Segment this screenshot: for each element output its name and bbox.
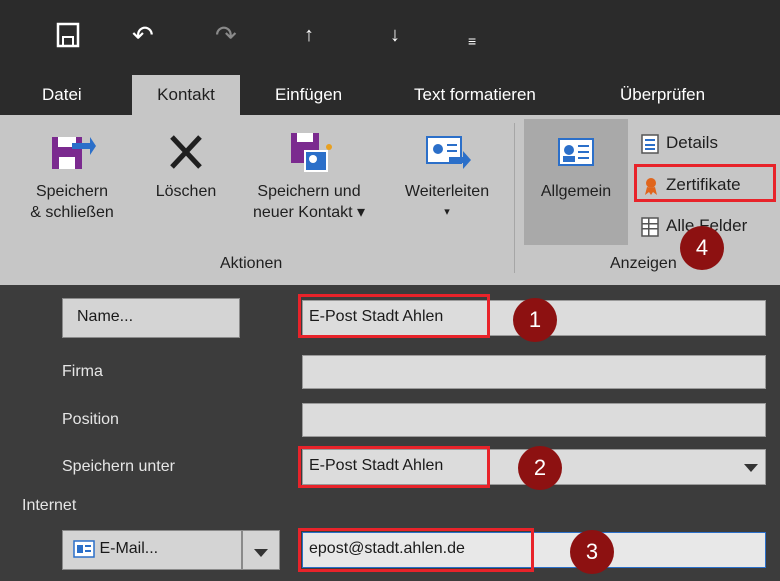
- internet-label: Internet: [22, 497, 77, 514]
- company-field[interactable]: [302, 355, 766, 389]
- quick-access-toolbar: ↶ ↷ ↑ ↓ ≡: [0, 0, 780, 75]
- redo-icon[interactable]: ↷: [215, 22, 237, 48]
- callout-1: 1: [513, 298, 557, 342]
- company-label: Firma: [62, 363, 103, 380]
- save-close-icon: [52, 137, 96, 169]
- general-contact-icon: [558, 138, 594, 166]
- highlight-file-as: [298, 446, 490, 488]
- ribbon-tabs: Datei Kontakt Einfügen Text formatieren …: [0, 75, 780, 115]
- general-button[interactable]: Allgemein: [524, 129, 628, 202]
- down-arrow-icon[interactable]: ↓: [390, 22, 400, 48]
- file-as-label: Speichern unter: [62, 458, 175, 475]
- all-fields-icon: [641, 216, 659, 237]
- ribbon-separator: [514, 123, 515, 273]
- forward-label: Weiterleiten: [404, 183, 490, 200]
- highlight-email: [298, 528, 534, 572]
- save-close-button[interactable]: Speichern & schließen: [2, 129, 142, 223]
- tab-text-formatieren[interactable]: Text formatieren: [404, 75, 546, 115]
- callout-2: 2: [518, 446, 562, 490]
- forward-button[interactable]: Weiterleiten ▾: [388, 129, 506, 223]
- file-as-chevron-down-icon[interactable]: [744, 464, 758, 472]
- up-arrow-icon[interactable]: ↑: [304, 22, 314, 48]
- save-close-label-1: Speichern: [35, 183, 109, 200]
- save-new-button[interactable]: Speichern und neuer Kontakt ▾: [234, 129, 384, 223]
- save-new-label-2: neuer Kontakt ▾: [252, 204, 366, 221]
- tab-datei[interactable]: Datei: [32, 75, 92, 115]
- forward-contact-icon: [426, 136, 471, 169]
- highlight-certificates: [634, 164, 776, 202]
- email-type-chevron-down-icon[interactable]: [254, 549, 268, 557]
- save-close-label-2: & schließen: [30, 204, 114, 221]
- forward-dropdown-icon[interactable]: ▾: [388, 202, 506, 223]
- save-icon[interactable]: [56, 22, 80, 48]
- group-label-anzeigen: Anzeigen: [610, 255, 677, 272]
- callout-4: 4: [680, 226, 724, 270]
- tab-kontakt[interactable]: Kontakt: [132, 75, 240, 115]
- name-button[interactable]: Name...: [62, 298, 240, 338]
- email-button[interactable]: E-Mail...: [62, 530, 242, 570]
- email-card-icon: [73, 540, 95, 558]
- details-label: Details: [666, 133, 718, 152]
- general-label: Allgemein: [540, 183, 612, 200]
- position-label: Position: [62, 411, 119, 428]
- delete-button[interactable]: Löschen: [144, 129, 228, 202]
- tab-einfuegen[interactable]: Einfügen: [265, 75, 352, 115]
- details-icon: [641, 133, 659, 154]
- delete-label: Löschen: [155, 183, 217, 200]
- highlight-name: [298, 294, 490, 338]
- save-new-label-1: Speichern und: [257, 183, 361, 200]
- customize-qat-icon[interactable]: ≡: [468, 28, 476, 54]
- save-new-contact-icon: [291, 133, 332, 172]
- group-label-aktionen: Aktionen: [220, 255, 283, 272]
- details-button[interactable]: Details: [640, 129, 718, 157]
- callout-3: 3: [570, 530, 614, 574]
- position-field[interactable]: [302, 403, 766, 437]
- email-button-label: E-Mail...: [99, 540, 159, 557]
- tab-ueberpruefen[interactable]: Überprüfen: [610, 75, 715, 115]
- delete-x-icon: [170, 135, 202, 169]
- undo-icon[interactable]: ↶: [132, 22, 154, 48]
